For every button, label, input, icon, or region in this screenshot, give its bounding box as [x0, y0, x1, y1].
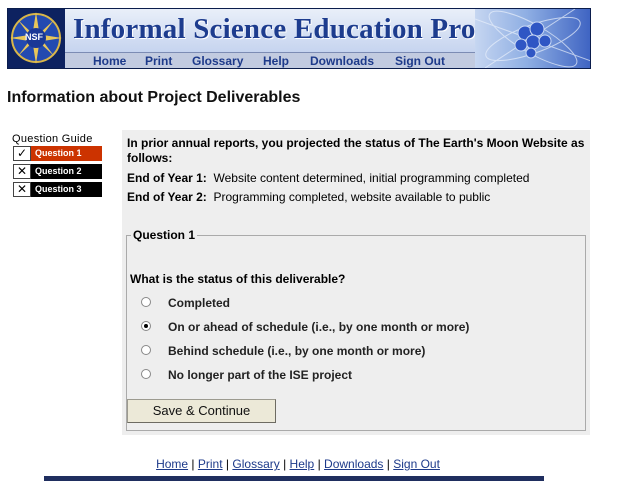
footer-separator: | [386, 457, 390, 471]
check-icon: ✓ [13, 146, 31, 161]
intro-text: In prior annual reports, you projected t… [127, 136, 585, 165]
question-guide-title: Question Guide [12, 133, 93, 145]
app-title: Informal Science Education Program [73, 13, 543, 45]
deliverable-panel: In prior annual reports, you projected t… [122, 130, 590, 435]
year-2-row: End of Year 2: Programming completed, we… [127, 190, 490, 204]
footer-separator: | [225, 457, 230, 471]
menu-help-link[interactable]: Help [263, 53, 289, 68]
radio-behind-schedule[interactable] [141, 345, 151, 355]
menu-print-link[interactable]: Print [145, 53, 172, 68]
menu-signout-link[interactable]: Sign Out [395, 53, 445, 68]
footer-separator: | [317, 457, 321, 471]
footer-help-link[interactable]: Help [290, 457, 315, 471]
question-legend: Question 1 [133, 228, 196, 242]
footer-separator: | [283, 457, 287, 471]
year-2-value: Programming completed, website available… [213, 190, 491, 204]
radio-on-schedule[interactable] [141, 321, 151, 331]
atom-graphic [475, 9, 590, 68]
nsf-logo[interactable]: NSF [8, 9, 65, 68]
radio-completed[interactable] [141, 297, 151, 307]
radio-no-longer-part[interactable] [141, 369, 151, 379]
footer-glossary-link[interactable]: Glossary [232, 457, 279, 471]
year-1-label: End of Year 1: [127, 171, 207, 185]
footer-bar [44, 476, 544, 481]
option-label[interactable]: Completed [168, 296, 230, 310]
menu-home-link[interactable]: Home [93, 53, 126, 68]
option-label[interactable]: Behind schedule (i.e., by one month or m… [168, 344, 425, 358]
footer-print-link[interactable]: Print [198, 457, 223, 471]
guide-item-label: Question 2 [31, 164, 102, 179]
title-area: Informal Science Education Program [65, 9, 542, 52]
guide-item-label: Question 1 [31, 146, 102, 161]
year-2-label: End of Year 2: [127, 190, 207, 204]
footer-links: Home | Print | Glossary | Help | Downloa… [0, 457, 596, 471]
option-label[interactable]: No longer part of the ISE project [168, 368, 352, 382]
guide-item-label: Question 3 [31, 182, 102, 197]
x-icon: ✕ [13, 182, 31, 197]
footer-signout-link[interactable]: Sign Out [393, 457, 440, 471]
guide-item-question-1[interactable]: ✓ Question 1 [13, 146, 102, 161]
x-icon: ✕ [13, 164, 31, 179]
footer-downloads-link[interactable]: Downloads [324, 457, 383, 471]
page-title: Information about Project Deliverables [7, 89, 301, 106]
atom-icon [475, 9, 590, 68]
question-prompt: What is the status of this deliverable? [130, 272, 346, 286]
guide-item-question-3[interactable]: ✕ Question 3 [13, 182, 102, 197]
site-banner: NSF Informal Science Education Program H… [7, 8, 591, 69]
question-fieldset: Question 1 What is the status of this de… [126, 228, 586, 431]
save-continue-button[interactable]: Save & Continue [127, 399, 276, 423]
footer-home-link[interactable]: Home [156, 457, 188, 471]
footer-separator: | [191, 457, 195, 471]
menu-downloads-link[interactable]: Downloads [310, 53, 374, 68]
guide-item-question-2[interactable]: ✕ Question 2 [13, 164, 102, 179]
logo-text: NSF [25, 32, 43, 42]
top-menu: Home Print Glossary Help Downloads Sign … [65, 52, 475, 68]
option-label[interactable]: On or ahead of schedule (i.e., by one mo… [168, 320, 469, 334]
year-1-value: Website content determined, initial prog… [213, 171, 530, 185]
menu-glossary-link[interactable]: Glossary [192, 53, 243, 68]
year-1-row: End of Year 1: Website content determine… [127, 171, 529, 185]
